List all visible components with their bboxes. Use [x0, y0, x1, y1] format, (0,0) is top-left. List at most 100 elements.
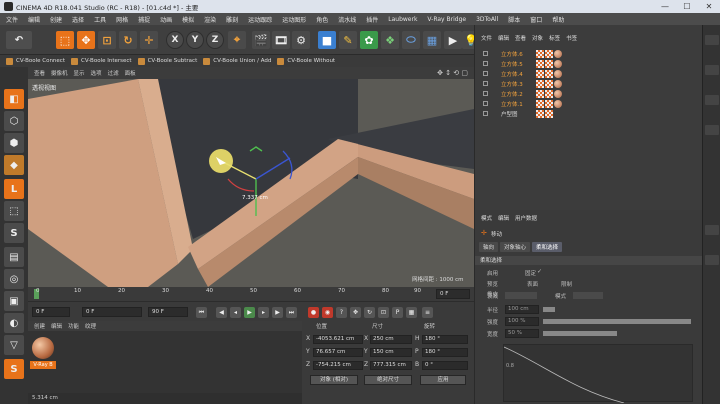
menu-mesh[interactable]: 网格	[116, 15, 128, 24]
om-menu-edit[interactable]: 编辑	[498, 34, 509, 42]
material-swatch[interactable]	[32, 337, 54, 359]
cv-boole-intersect-button[interactable]: CV-Boole Intersect	[70, 57, 132, 65]
am-menu-userdata[interactable]: 用户数据	[515, 214, 537, 222]
param-key-icon[interactable]: P	[392, 307, 403, 318]
menu-window[interactable]: 窗口	[530, 15, 542, 24]
subdivision-surface-icon[interactable]: ✿	[360, 31, 378, 49]
go-to-end-icon[interactable]: ⏭	[286, 307, 297, 318]
scale-key-icon[interactable]: ⊡	[378, 307, 389, 318]
menu-pipeline[interactable]: 流水线	[338, 15, 356, 24]
menu-vray-bridge[interactable]: V-Ray Bridge	[427, 16, 466, 23]
uvw-tag-icon[interactable]	[536, 79, 544, 88]
render-view-icon[interactable]: 🎬	[252, 31, 270, 49]
attributes-tab[interactable]	[705, 225, 719, 235]
undo-button[interactable]: ↶	[6, 31, 32, 49]
next-keyframe-icon[interactable]: ▶	[272, 307, 283, 318]
viewport-menu-view[interactable]: 查看	[34, 69, 45, 77]
menu-3dtoall[interactable]: 3DToAll	[476, 16, 498, 23]
radius-field[interactable]: 100 cm	[505, 305, 539, 314]
solo-mode-icon[interactable]: ◐	[4, 313, 24, 333]
uvw-tag-icon[interactable]	[545, 69, 553, 78]
material-menu-function[interactable]: 功能	[68, 322, 79, 330]
object-row[interactable]: 立方体.3	[483, 79, 703, 88]
om-menu-bookmarks[interactable]: 书签	[566, 34, 577, 42]
keyframe-selection-icon[interactable]: ?	[336, 307, 347, 318]
tab-soft-selection[interactable]: 柔和选择	[532, 242, 563, 252]
timeline-ruler[interactable]: 0 10 20 30 40 50 60 70 80 90 0 F	[28, 287, 474, 301]
x-axis-lock-button[interactable]: X	[166, 31, 184, 49]
menu-mograph[interactable]: 运动图形	[282, 15, 306, 24]
uvw-tag-icon[interactable]	[545, 99, 553, 108]
material-menu-create[interactable]: 创建	[34, 322, 45, 330]
edges-mode-icon[interactable]: L	[4, 179, 24, 199]
recent-tool-icon[interactable]: ✛	[140, 31, 158, 49]
am-menu-mode[interactable]: 模式	[481, 214, 492, 222]
menu-file[interactable]: 文件	[6, 15, 18, 24]
menu-plugins[interactable]: 插件	[366, 15, 378, 24]
size-y-field[interactable]: 150 cm	[370, 348, 412, 357]
object-row[interactable]: 立方体.6	[483, 49, 703, 58]
structure-tab[interactable]	[705, 125, 719, 135]
position-x-field[interactable]: -4053.621 cm	[313, 335, 363, 344]
object-row[interactable]: 立方体.5	[483, 59, 703, 68]
pen-spline-icon[interactable]: ✎	[339, 31, 357, 49]
play-forward-icon[interactable]: ▶	[244, 307, 255, 318]
max-frame-field[interactable]: 90 F	[148, 307, 188, 317]
cv-boole-without-button[interactable]: CV-Boole Without	[277, 57, 335, 65]
polygons-mode-icon[interactable]: ⬚	[4, 201, 24, 221]
uvw-tag-icon[interactable]	[545, 109, 553, 118]
objects-tab[interactable]	[705, 35, 719, 45]
next-frame-icon[interactable]: ▸	[258, 307, 269, 318]
content-browser-tab[interactable]	[705, 95, 719, 105]
position-y-field[interactable]: 76.657 cm	[313, 348, 363, 357]
am-menu-edit[interactable]: 编辑	[498, 214, 509, 222]
live-selection-icon[interactable]: ⬚	[56, 31, 74, 49]
minimize-button[interactable]: —	[654, 0, 676, 13]
menu-help[interactable]: 帮助	[552, 15, 564, 24]
uvw-tag-icon[interactable]	[545, 59, 553, 68]
object-row[interactable]: 立方体.4	[483, 69, 703, 78]
perspective-viewport[interactable]: 透视视图 7.337 cm 网格间距 : 1000 cm	[28, 79, 474, 287]
uvw-tag-icon[interactable]	[536, 69, 544, 78]
tweak-mode-icon[interactable]: ▣	[4, 291, 24, 311]
menu-script[interactable]: 脚本	[508, 15, 520, 24]
viewport-menu-options[interactable]: 选项	[91, 69, 102, 77]
previous-keyframe-icon[interactable]: ◀	[216, 307, 227, 318]
timeline-menu-icon[interactable]: ≡	[422, 307, 433, 318]
om-menu-view[interactable]: 查看	[515, 34, 526, 42]
menu-render[interactable]: 渲染	[204, 15, 216, 24]
coordinate-mode-dropdown[interactable]: 对象 (相对)	[310, 375, 358, 385]
uvw-tag-icon[interactable]	[545, 79, 553, 88]
scale-tool-icon[interactable]: ⊡	[98, 31, 116, 49]
deformer-icon[interactable]: ⬭	[402, 31, 420, 49]
falloff-dropdown[interactable]	[505, 292, 537, 299]
floor-object-icon[interactable]: ▦	[423, 31, 441, 49]
viewport-menu-filter[interactable]: 过滤	[108, 69, 119, 77]
uvw-tag-icon[interactable]	[545, 89, 553, 98]
material-tag-icon[interactable]	[554, 79, 562, 88]
radius-slider[interactable]	[543, 307, 555, 312]
coordinate-system-icon[interactable]: ⌖	[228, 31, 246, 49]
rotation-key-icon[interactable]: ↻	[364, 307, 375, 318]
material-tag-icon[interactable]	[554, 49, 562, 58]
tab-axis[interactable]: 轴向	[479, 242, 499, 252]
size-z-field[interactable]: 777.315 cm	[370, 361, 412, 370]
maximize-button[interactable]: ☐	[676, 0, 698, 13]
rotation-b-field[interactable]: 0 °	[422, 361, 468, 370]
current-frame-field[interactable]: 0 F	[436, 289, 470, 299]
tab-object-axis[interactable]: 对象轴心	[500, 242, 531, 252]
pla-key-icon[interactable]: ▦	[406, 307, 417, 318]
menu-create[interactable]: 创建	[50, 15, 62, 24]
workplane-icon[interactable]: ▤	[4, 247, 24, 267]
menu-edit[interactable]: 编辑	[28, 15, 40, 24]
width-field[interactable]: 50 %	[505, 329, 539, 338]
menu-tools[interactable]: 工具	[94, 15, 106, 24]
menu-sculpt[interactable]: 雕刻	[226, 15, 238, 24]
menu-simulate[interactable]: 模拟	[182, 15, 194, 24]
cv-boole-union-button[interactable]: CV-Boole Union / Add	[203, 57, 271, 65]
rotation-h-field[interactable]: 180 °	[422, 335, 468, 344]
texture-mode-icon[interactable]: ⬢	[4, 133, 24, 153]
uvw-tag-icon[interactable]	[536, 99, 544, 108]
om-menu-tags[interactable]: 标签	[549, 34, 560, 42]
takes-tab[interactable]	[705, 65, 719, 75]
